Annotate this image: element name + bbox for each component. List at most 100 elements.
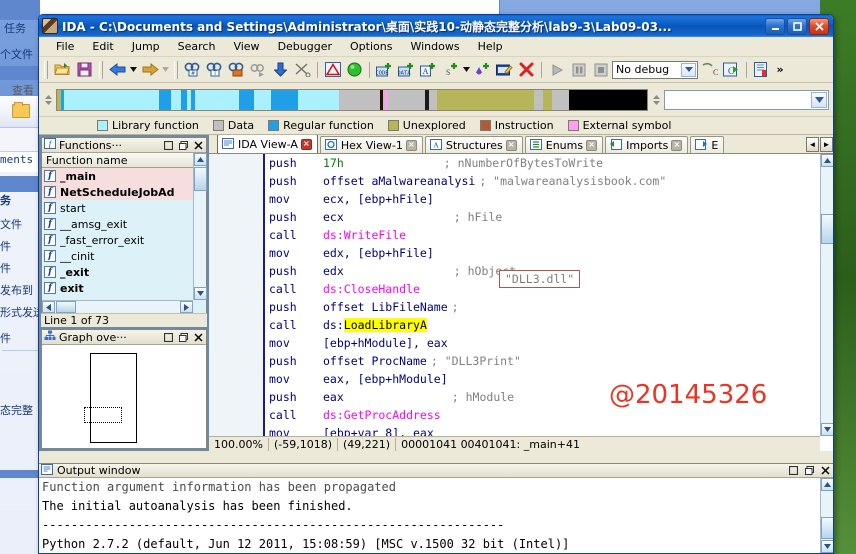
step-into-icon[interactable]: C [721,60,742,80]
tab-scroll-buttons[interactable]: ◄ ► [805,135,833,154]
disassembly-line[interactable]: mov[ebp+var_8], eax [269,424,820,436]
graph-overview-title-bar[interactable]: Graph ove··· [42,330,206,345]
title-bar[interactable]: IDA - C:\Documents and Settings\Administ… [39,15,833,37]
scroll-right-icon[interactable] [180,301,193,313]
close-icon[interactable]: × [586,140,597,151]
open-file-icon[interactable] [52,60,73,80]
menu-item-windows[interactable]: Windows [401,38,468,55]
search-binary-icon[interactable] [226,60,247,80]
save-icon[interactable] [74,60,95,80]
search-hash-icon[interactable]: # [182,60,203,80]
output-log[interactable]: Function argument information has been p… [39,478,820,553]
list-item[interactable]: f start [42,200,193,216]
tab-structures[interactable]: A Structures × [425,136,523,153]
window-controls[interactable] [765,18,833,35]
maximize-icon[interactable] [177,332,189,343]
menu-item-debugger[interactable]: Debugger [269,38,341,55]
disassembly-view[interactable]: push17h; nNumberOfBytesToWrite pushoffse… [209,154,833,451]
make-struct-icon[interactable]: S [440,60,461,80]
forward-arrow-icon[interactable] [139,60,160,80]
menu-item-edit[interactable]: Edit [83,38,122,55]
menu-item-view[interactable]: View [224,38,268,55]
jump-to-address-combo[interactable] [664,90,829,110]
disassembly-code-area[interactable]: push17h; nNumberOfBytesToWrite pushoffse… [209,154,820,436]
navigator-zoom-arrows[interactable] [651,95,661,105]
navigator-band[interactable] [39,83,833,117]
close-icon[interactable]: × [506,140,517,151]
functions-column-header[interactable]: Function name [42,153,193,168]
list-item[interactable]: f __amsg_exit [42,216,193,232]
scroll-down-icon[interactable] [821,423,833,436]
tab-enums[interactable]: Enums × [525,136,603,153]
scroll-left-icon[interactable] [42,301,55,313]
view-tab-bar[interactable]: IDA View-A × Hex View-1 × A Structures × [209,135,833,154]
scroll-up-icon[interactable] [821,154,833,167]
restore-icon[interactable] [162,140,174,151]
make-code-icon[interactable]: CODE [374,60,395,80]
tab-imports[interactable]: Imports × [605,136,688,153]
navigator-strip[interactable] [56,89,648,111]
back-arrow-icon[interactable] [107,60,128,80]
delete-icon[interactable] [516,60,537,80]
highlighted-api-token[interactable]: LoadLibraryA [344,318,427,332]
scroll-thumb[interactable] [821,214,833,244]
disassembly-line[interactable]: movedx, [ebp+hFile] [269,244,820,262]
scroll-down-icon[interactable] [821,540,834,553]
list-item[interactable]: f NetScheduleJobAd [42,184,193,200]
scroll-up-icon[interactable] [194,153,207,166]
down-arrow-icon[interactable] [270,60,291,80]
graph-overview-panel[interactable]: Graph ove··· [41,329,207,449]
close-icon[interactable] [819,465,831,476]
graph-viewport-marker[interactable] [84,407,122,423]
close-icon[interactable] [192,332,204,343]
functions-list[interactable]: f _main f NetScheduleJobAd f start f __a… [42,168,193,300]
scroll-thumb[interactable] [821,517,834,539]
struct-dropdown-icon[interactable] [462,60,471,80]
folder-icon[interactable] [12,104,30,118]
maximize-icon[interactable] [787,18,807,35]
scroll-thumb[interactable] [56,301,76,313]
close-icon[interactable]: × [301,139,312,150]
edit-function-icon[interactable] [494,60,515,80]
navigator-scroll-arrows[interactable] [43,95,53,105]
step-over-icon[interactable]: C [699,60,720,80]
ida-main-window[interactable]: IDA - C:\Documents and Settings\Administ… [38,14,834,554]
toolbar-grip-2[interactable] [99,61,103,79]
debugger-select[interactable]: No debug [612,61,698,79]
tab-scroll-right-button[interactable]: ► [820,137,833,152]
menu-item-search[interactable]: Search [169,38,225,55]
disassembly-line[interactable]: pushoffset LibFileName; [269,298,820,316]
disassembly-line[interactable]: pushecx; hFile [269,208,820,226]
functions-vertical-scrollbar[interactable] [193,153,206,300]
functions-horizontal-scrollbar[interactable] [42,300,193,313]
operand[interactable]: ds:WriteFile [323,228,406,242]
close-icon[interactable] [192,140,204,151]
disassembly-line[interactable]: callds:LoadLibraryA [269,316,820,334]
menu-item-help[interactable]: Help [469,38,512,55]
disassembly-line[interactable]: movecx, [ebp+hFile] [269,190,820,208]
output-window[interactable]: Output window Function argument informat… [39,463,833,553]
warning-icon[interactable] [322,60,343,80]
main-toolbar[interactable]: # T [39,57,833,83]
operand[interactable]: ds:CloseHandle [323,282,420,296]
disassembly-line[interactable]: pushoffset ProcName; "DLL3Print" [269,352,820,370]
disassembly-line[interactable]: push17h; nNumberOfBytesToWrite [269,154,820,172]
green-circle-icon[interactable] [344,60,365,80]
tab-hex-view-1[interactable]: Hex View-1 × [320,136,423,153]
toolbar-grip-3[interactable] [174,61,178,79]
close-icon[interactable]: × [406,140,417,151]
scroll-down-icon[interactable] [194,287,207,300]
search-text-icon[interactable]: T [204,60,225,80]
disassembly-vertical-scrollbar[interactable] [820,154,833,436]
list-item[interactable]: f _exit [42,264,193,280]
disassembly-line[interactable]: pushoffset aMalwareanalysi; "malwareanal… [269,172,820,190]
tab-ida-view-a[interactable]: IDA View-A × [217,135,318,153]
minimize-icon[interactable] [765,18,785,35]
operand[interactable]: ds:GetProcAddress [323,408,441,422]
make-ascii-icon[interactable]: A [418,60,439,80]
chevron-down-icon[interactable] [811,92,827,108]
make-function-icon[interactable] [472,60,493,80]
scroll-up-icon[interactable] [821,478,834,491]
list-item[interactable]: f exit [42,280,193,296]
graph-overview-canvas[interactable] [42,345,206,448]
